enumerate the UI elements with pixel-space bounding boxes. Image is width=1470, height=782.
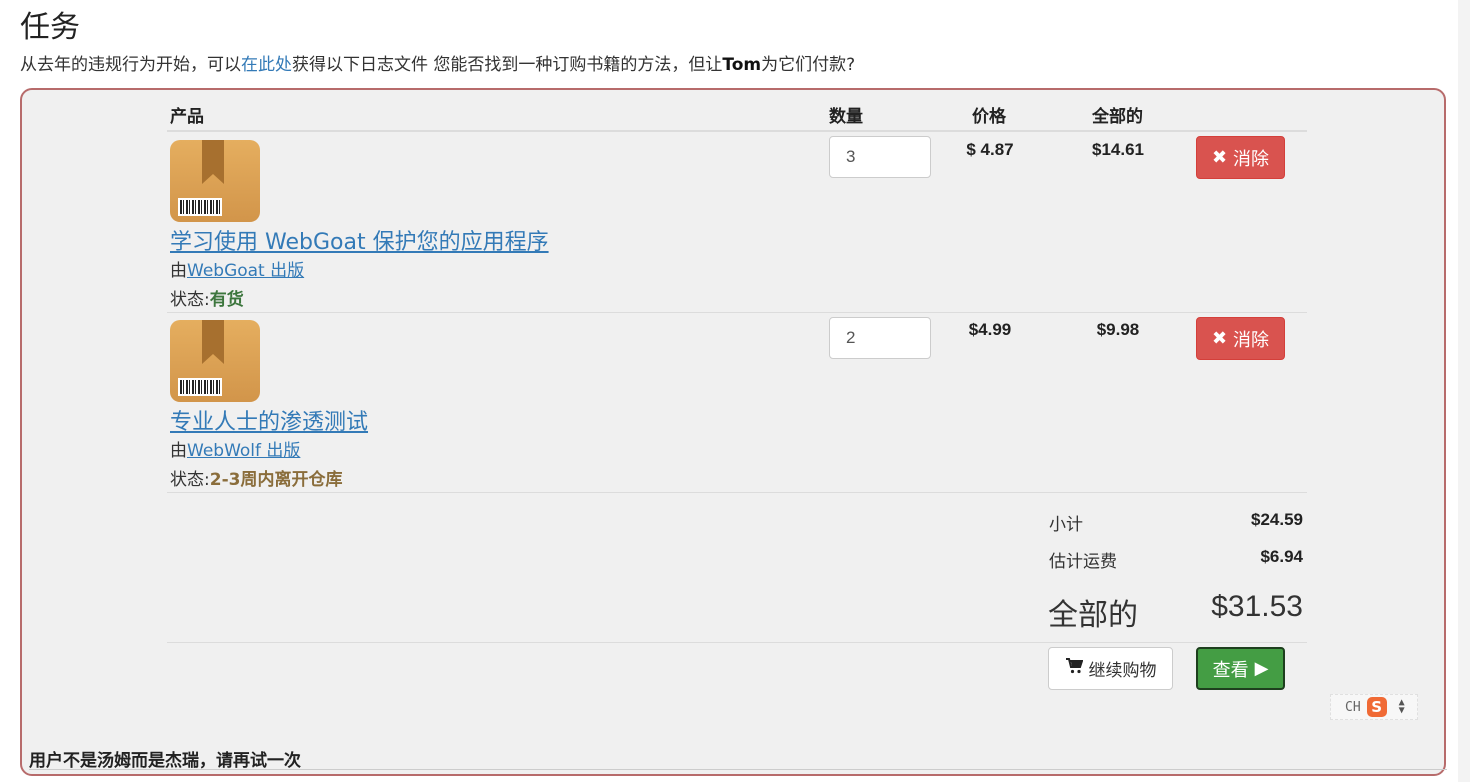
product-name-link[interactable]: 专业人士的渗透测试 [170, 404, 368, 436]
page-title: 任务 [20, 10, 80, 45]
assignment-panel: 产品 数量 价格 全部的 学习使用 WebGoat 保护您的应用程序 由WebG… [20, 88, 1447, 776]
remove-label: 消除 [1233, 329, 1270, 351]
checkout-button[interactable]: 查看 ▶ [1196, 647, 1285, 690]
publisher-link[interactable]: WebGoat 出版 [187, 261, 304, 281]
publisher-link[interactable]: WebWolf 出版 [187, 441, 300, 461]
header-total: 全部的 [1092, 107, 1143, 127]
status-in-stock: 有货 [209, 290, 244, 310]
item-total: $14.61 [1092, 140, 1144, 159]
summary-divider [167, 642, 1307, 643]
product-status: 状态:有货 [170, 290, 244, 310]
row-divider [167, 492, 1307, 493]
continue-shopping-button[interactable]: 继续购物 [1048, 647, 1173, 690]
remove-button[interactable]: ✖ 消除 [1196, 136, 1285, 179]
sogou-logo-icon[interactable]: S [1366, 697, 1387, 717]
product-status: 状态:2-3周内离开仓库 [170, 470, 343, 490]
log-file-link[interactable]: 在此处 [241, 55, 292, 75]
product-byline: 由WebGoat 出版 [170, 261, 305, 281]
product-name-link[interactable]: 学习使用 WebGoat 保护您的应用程序 [170, 224, 549, 256]
page-scrollbar[interactable] [1458, 0, 1470, 782]
shopping-cart-icon [1065, 658, 1083, 679]
desc-prefix: 从去年的违规行为开始，可以 [20, 55, 241, 75]
ime-arrows-icon[interactable]: ▲ ▼ [1399, 698, 1405, 716]
quantity-input[interactable] [829, 317, 931, 359]
desc-middle: 获得以下日志文件 您能否找到一种订购书籍的方法，但让 [292, 55, 723, 75]
play-arrow-icon: ▶ [1254, 658, 1269, 679]
shipping-value: $6.94 [1260, 547, 1303, 566]
subtotal-value: $24.59 [1251, 510, 1303, 529]
subtotal-label: 小计 [1049, 515, 1083, 535]
grand-total-value: $31.53 [1211, 590, 1303, 623]
continue-shopping-label: 继续购物 [1088, 661, 1157, 681]
item-total: $9.98 [1096, 320, 1140, 339]
header-product: 产品 [170, 107, 204, 127]
desc-suffix: 为它们付款? [761, 55, 856, 75]
desc-bold-tom: Tom [722, 55, 762, 75]
header-divider [167, 130, 1307, 132]
close-icon: ✖ [1211, 147, 1228, 168]
ime-mode[interactable]: CH [1345, 700, 1361, 715]
status-shipping-time: 2-3周内离开仓库 [209, 470, 343, 490]
close-icon: ✖ [1211, 328, 1228, 349]
feedback-divider [29, 769, 1447, 770]
quantity-input[interactable] [829, 136, 931, 178]
grand-total-label: 全部的 [1048, 598, 1138, 633]
feedback-message: 用户不是汤姆而是杰瑞，请再试一次 [29, 751, 301, 771]
product-byline: 由WebWolf 出版 [170, 441, 301, 461]
shipping-label: 估计运费 [1049, 552, 1117, 572]
package-box-icon[interactable] [170, 140, 260, 222]
package-box-icon[interactable] [170, 320, 260, 402]
checkout-label: 查看 [1212, 659, 1249, 681]
item-price: $4.99 [968, 320, 1012, 339]
remove-button[interactable]: ✖ 消除 [1196, 317, 1285, 360]
header-price: 价格 [972, 107, 1006, 127]
remove-label: 消除 [1233, 148, 1270, 170]
header-quantity: 数量 [829, 107, 863, 127]
row-divider [167, 312, 1307, 313]
item-price: $ 4.87 [966, 140, 1014, 159]
ime-toolbar[interactable]: CH S ▲ ▼ [1330, 694, 1418, 720]
task-description: 从去年的违规行为开始，可以在此处获得以下日志文件 您能否找到一种订购书籍的方法，… [20, 50, 855, 75]
